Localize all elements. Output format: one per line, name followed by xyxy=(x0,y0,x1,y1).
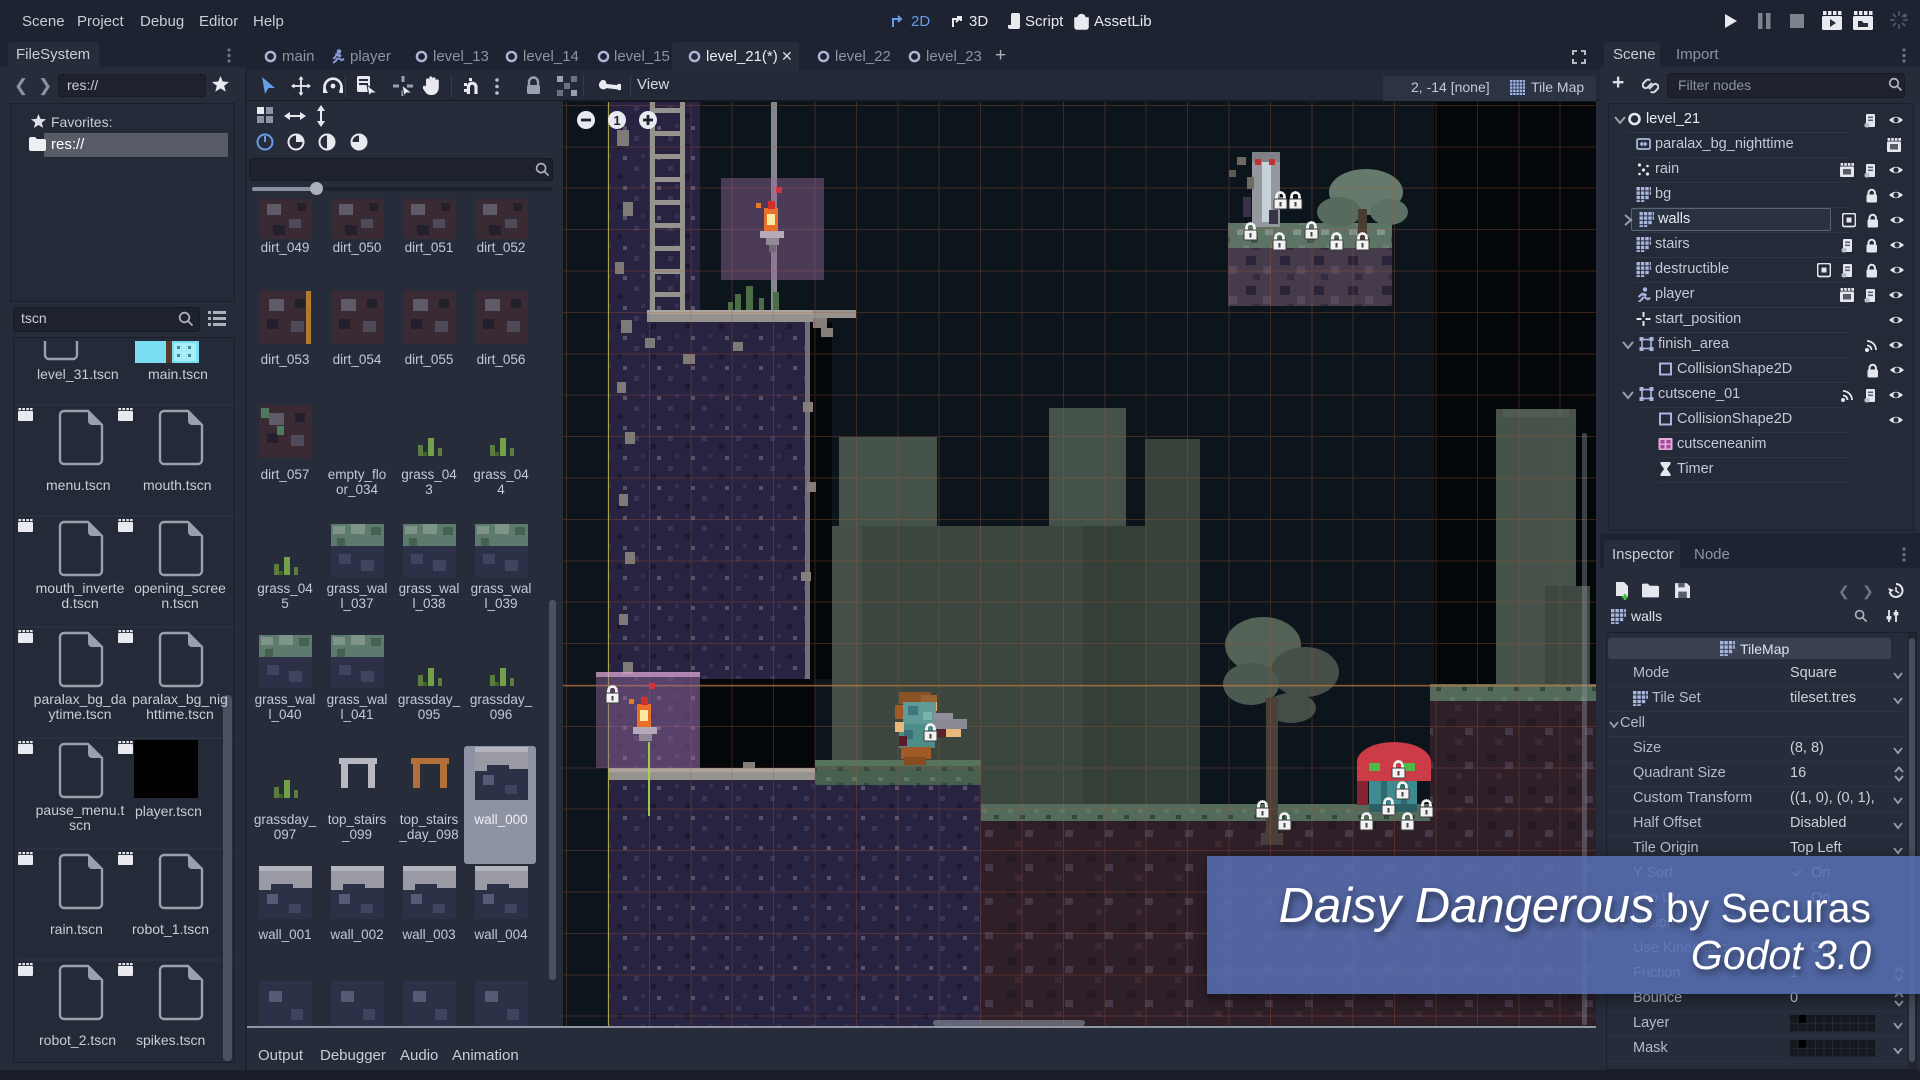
svg-text:1: 1 xyxy=(613,113,620,128)
